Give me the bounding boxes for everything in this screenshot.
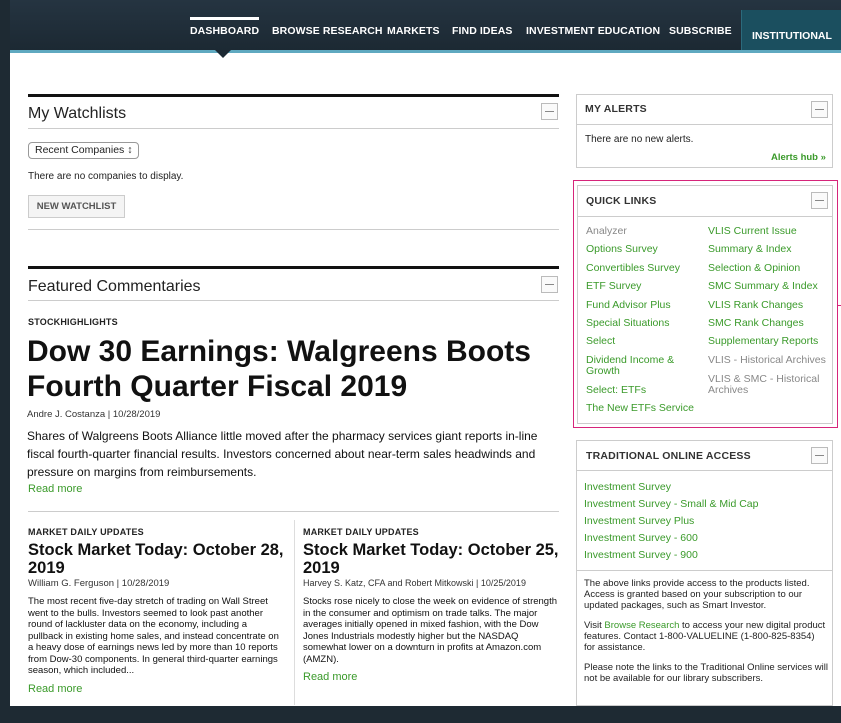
ql-selection-opinion[interactable]: Selection & Opinion xyxy=(708,263,800,274)
ql-vlis-current-issue[interactable]: VLIS Current Issue xyxy=(708,226,797,237)
ql-special-situations[interactable]: Special Situations xyxy=(586,318,669,329)
alerts-title: MY ALERTS xyxy=(585,103,647,115)
toa-investment-survey-plus[interactable]: Investment Survey Plus xyxy=(584,515,694,527)
right-article-kicker: MARKET DAILY UPDATES xyxy=(303,527,419,537)
featured-top-rule xyxy=(28,266,559,269)
nav-dashboard[interactable]: DASHBOARD xyxy=(190,17,260,49)
watchlists-collapse-button[interactable] xyxy=(541,103,558,120)
featured-title: Featured Commentaries xyxy=(28,278,201,295)
browse-research-link[interactable]: Browse Research xyxy=(604,620,679,631)
toa-investment-survey-900[interactable]: Investment Survey - 900 xyxy=(584,549,698,561)
ql-dividend-income-growth[interactable]: Dividend Income & Growth xyxy=(586,355,696,377)
right-article-read-more[interactable]: Read more xyxy=(303,671,357,683)
featured-collapse-button[interactable] xyxy=(541,276,558,293)
ql-analyzer: Analyzer xyxy=(586,225,627,237)
ql-smc-rank-changes[interactable]: SMC Rank Changes xyxy=(708,318,804,329)
ql-select[interactable]: Select xyxy=(586,336,615,347)
left-edge xyxy=(0,0,10,723)
ql-smc-summary-index[interactable]: SMC Summary & Index xyxy=(708,281,818,292)
watchlists-title: My Watchlists xyxy=(28,105,127,122)
traditional-paragraph-3: Please note the links to the Traditional… xyxy=(584,662,828,684)
alerts-collapse-button[interactable] xyxy=(811,101,828,118)
nav-browse-research[interactable]: BROWSE RESEARCH xyxy=(272,25,383,49)
watchlist-select[interactable]: Recent Companies ↕ xyxy=(28,142,140,159)
nav-institutional[interactable]: INSTITUTIONAL xyxy=(741,10,841,50)
watchlists-bottom-rule xyxy=(28,229,559,230)
traditional-paragraph-2: Visit Browse Research to access your new… xyxy=(584,620,828,653)
ql-supplementary-reports[interactable]: Supplementary Reports xyxy=(708,336,818,347)
left-article-read-more[interactable]: Read more xyxy=(28,683,82,695)
left-article-body: The most recent five-day stretch of trad… xyxy=(28,596,279,676)
traditional-paragraph-1: The above links provide access to the pr… xyxy=(584,578,810,611)
ql-vlis-smc-historical-archives: VLIS & SMC - Historical Archives xyxy=(708,373,820,396)
featured-mid-rule xyxy=(28,511,559,512)
ql-etf-survey[interactable]: ETF Survey xyxy=(586,281,641,292)
left-article-byline: William G. Ferguson | 10/28/2019 xyxy=(28,578,170,589)
nav-subscribe[interactable]: SUBSCRIBE xyxy=(669,25,732,49)
left-article-headline[interactable]: Stock Market Today: October 28, 2019 xyxy=(28,541,288,577)
featured-divider xyxy=(28,300,559,301)
nav-find-ideas[interactable]: FIND IDEAS xyxy=(452,25,513,49)
ql-summary-index[interactable]: Summary & Index xyxy=(708,244,791,255)
watchlists-divider xyxy=(28,128,559,129)
quick-links-collapse-button[interactable] xyxy=(811,192,828,209)
right-article-body: Stocks rose nicely to close the week on … xyxy=(303,596,557,665)
traditional-access-title: TRADITIONAL ONLINE ACCESS xyxy=(586,450,751,462)
ql-vlis-rank-changes[interactable]: VLIS Rank Changes xyxy=(708,300,803,311)
main-article-byline: Andre J. Costanza | 10/28/2019 xyxy=(27,409,161,420)
left-article-kicker: MARKET DAILY UPDATES xyxy=(28,527,144,537)
toa-investment-survey[interactable]: Investment Survey xyxy=(584,481,671,493)
nav-investment-education[interactable]: INVESTMENT EDUCATION xyxy=(526,25,660,49)
bottom-edge xyxy=(10,706,841,723)
new-watchlist-button[interactable]: NEW WATCHLIST xyxy=(28,195,125,218)
quick-links-divider xyxy=(578,216,832,217)
ql-options-survey[interactable]: Options Survey xyxy=(586,244,658,255)
ql-vlis-historical-archives: VLIS - Historical Archives xyxy=(708,354,826,366)
traditional-para2-prefix: Visit xyxy=(584,620,605,631)
alerts-divider xyxy=(577,124,832,125)
toa-investment-survey-small-mid-cap[interactable]: Investment Survey - Small & Mid Cap xyxy=(584,498,758,510)
main-article-read-more[interactable]: Read more xyxy=(28,483,82,495)
ql-select-etfs[interactable]: Select: ETFs xyxy=(586,385,646,396)
watchlists-top-rule xyxy=(28,94,559,97)
ql-new-etfs-service[interactable]: The New ETFs Service xyxy=(586,403,694,414)
alerts-hub-link[interactable]: Alerts hub » xyxy=(771,152,826,163)
toa-investment-survey-600[interactable]: Investment Survey - 600 xyxy=(584,532,698,544)
nav-markets[interactable]: MARKETS xyxy=(387,25,440,49)
traditional-divider xyxy=(577,470,832,471)
main-article-lede: Shares of Walgreens Boots Alliance littl… xyxy=(27,429,538,479)
traditional-collapse-button[interactable] xyxy=(811,447,828,464)
ql-fund-advisor-plus[interactable]: Fund Advisor Plus xyxy=(586,300,671,311)
quick-links-title: QUICK LINKS xyxy=(586,195,657,207)
active-tab-caret xyxy=(214,49,232,58)
ql-convertibles-survey[interactable]: Convertibles Survey xyxy=(586,263,680,274)
watchlists-empty-text: There are no companies to display. xyxy=(28,171,184,182)
main-article-headline[interactable]: Dow 30 Earnings: Walgreens Boots Fourth … xyxy=(27,334,567,404)
traditional-links-divider xyxy=(577,570,832,571)
main-article-kicker: STOCKHIGHLIGHTS xyxy=(28,317,118,327)
article-column-divider xyxy=(294,520,295,705)
right-article-headline[interactable]: Stock Market Today: October 25, 2019 xyxy=(303,541,563,577)
alerts-empty-text: There are no new alerts. xyxy=(585,134,694,145)
top-navigation-bar: DASHBOARD BROWSE RESEARCH MARKETS FIND I… xyxy=(0,0,841,50)
right-article-byline: Harvey S. Katz, CFA and Robert Mitkowski… xyxy=(303,578,526,588)
